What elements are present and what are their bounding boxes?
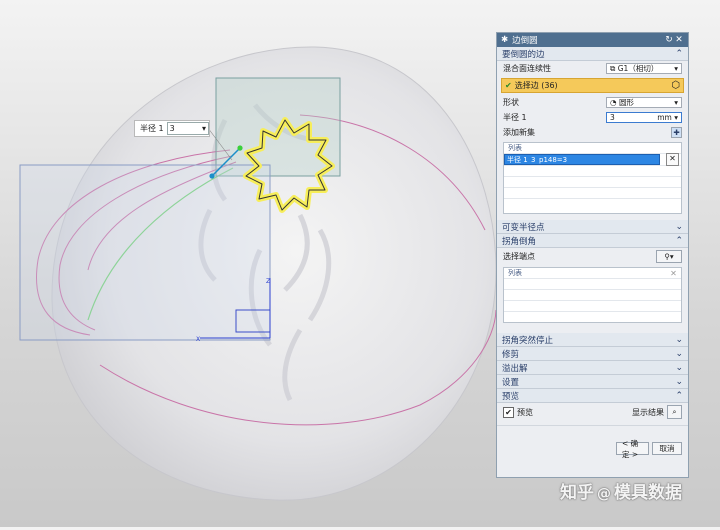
watermark-author: 模具数据: [614, 483, 682, 503]
continuity-dropdown[interactable]: ⧉ G1（相切） ▾: [606, 63, 682, 74]
edge-blend-dialog: ✱ 边倒圆 ↻ ✕ 要倒圆的边 ⌃ 混合面连续性 ⧉ G1（相切） ▾ ✔ 选择…: [496, 32, 689, 478]
table-row: [504, 187, 681, 198]
section-variable-radius-title: 可变半径点: [502, 222, 545, 233]
add-set-icon[interactable]: ✚: [671, 127, 682, 138]
chevron-up-icon[interactable]: ⌃: [675, 236, 683, 246]
chevron-down-icon[interactable]: ⌄: [675, 363, 683, 373]
select-point-row: 选择端点 ⚲ ▾: [497, 248, 688, 265]
show-result-button[interactable]: ⌕: [667, 405, 682, 419]
list-item-expression: p148=3: [539, 156, 568, 164]
dialog-title: 边倒圆: [512, 36, 538, 46]
point-wand-icon: ⚲: [664, 252, 670, 261]
table-row: [504, 176, 681, 187]
section-trim-header[interactable]: 修剪 ⌄: [497, 347, 688, 361]
section-corner-title: 拐角倒角: [502, 236, 537, 247]
shape-dropdown[interactable]: ◔ 圆形 ▾: [606, 97, 682, 108]
watermark-site: 知乎: [560, 483, 594, 503]
table-row: [504, 300, 681, 311]
z-axis-label: Z: [266, 278, 270, 285]
watermark: 知乎 @ 模具数据: [560, 478, 682, 503]
shape-row: 形状 ◔ 圆形 ▾: [497, 95, 688, 110]
chevron-down-icon: ▾: [674, 64, 678, 73]
continuity-value: G1（相切）: [617, 64, 659, 73]
corner-point-list[interactable]: 列表 ✕: [503, 267, 682, 323]
table-row: [504, 198, 681, 209]
floating-radius-value: 3: [169, 124, 175, 133]
table-row: [504, 311, 681, 322]
close-icon[interactable]: ✕: [674, 35, 684, 45]
section-preview-header[interactable]: 预览 ⌃: [497, 389, 688, 403]
table-row: [504, 289, 681, 300]
edge-set-list[interactable]: 列表 半径 1 3 p148=3 ✕: [503, 142, 682, 214]
cancel-button[interactable]: 取消: [652, 442, 682, 455]
dialog-titlebar: ✱ 边倒圆 ↻ ✕: [497, 33, 688, 47]
select-point-label: 选择端点: [503, 252, 535, 261]
table-row: [504, 278, 681, 289]
dialog-buttons: < 确定 > 取消: [497, 439, 688, 459]
edge-list-header: 列表: [508, 144, 522, 152]
radius-label: 半径 1: [503, 113, 527, 122]
shape-icon: ◔: [610, 98, 617, 107]
section-corner-stop-title: 拐角突然停止: [502, 335, 554, 346]
gear-icon[interactable]: ✱: [501, 35, 508, 45]
section-preview-title: 预览: [502, 391, 520, 402]
x-axis-label: X: [196, 336, 200, 343]
section-trim-title: 修剪: [502, 349, 520, 360]
chevron-down-icon[interactable]: ▾: [202, 123, 206, 134]
chevron-up-icon[interactable]: ⌃: [675, 391, 683, 401]
continuity-row: 混合面连续性 ⧉ G1（相切） ▾: [497, 61, 688, 76]
magnifier-icon: ⌕: [672, 407, 677, 416]
chevron-down-icon[interactable]: ⌄: [675, 222, 683, 232]
list-item-name: 半径 1: [507, 156, 528, 164]
section-corner-header[interactable]: 拐角倒角 ⌃: [497, 234, 688, 248]
corner-list-header: 列表: [508, 269, 522, 277]
table-row[interactable]: 半径 1 3 p148=3: [504, 153, 681, 165]
section-edges-header[interactable]: 要倒圆的边 ⌃: [497, 47, 688, 61]
preview-checkbox[interactable]: ✔: [503, 406, 514, 418]
section-corner-stop-header[interactable]: 拐角突然停止 ⌄: [497, 333, 688, 347]
floating-radius-value-field[interactable]: 3 ▾: [166, 122, 209, 135]
section-settings-header[interactable]: 设置 ⌄: [497, 375, 688, 389]
radius-unit: mm: [657, 113, 672, 122]
section-overflow-header[interactable]: 溢出解 ⌄: [497, 361, 688, 375]
ok-button[interactable]: < 确定 >: [616, 439, 649, 459]
shape-value: 圆形: [618, 98, 634, 107]
remove-set-icon[interactable]: ✕: [666, 153, 679, 166]
radius-input[interactable]: 3 mm ▾: [606, 112, 682, 123]
select-edge-label: 选择边 (36): [514, 81, 558, 90]
radius-row: 半径 1 3 mm ▾: [497, 110, 688, 125]
remove-point-icon[interactable]: ✕: [668, 269, 679, 280]
section-edges-title: 要倒圆的边: [502, 49, 545, 60]
preview-label: 预览: [517, 407, 533, 417]
section-overflow-title: 溢出解: [502, 363, 528, 374]
list-item-value: 3: [531, 156, 536, 164]
preview-row: ✔ 预览 显示结果 ⌕: [497, 403, 688, 421]
plane-rect-left: [19, 164, 271, 341]
checkmark-icon: ✔: [505, 81, 512, 90]
watermark-at: @: [597, 486, 611, 502]
section-settings-title: 设置: [502, 377, 520, 388]
show-result-label: 显示结果: [632, 407, 664, 417]
chevron-up-icon[interactable]: ⌃: [675, 49, 683, 59]
chevron-down-icon[interactable]: ⌄: [675, 377, 683, 387]
reset-icon[interactable]: ↻: [664, 35, 674, 45]
add-set-row: 添加新集 ✚: [497, 125, 688, 140]
chevron-down-icon: ▾: [674, 98, 678, 107]
select-edge-bar[interactable]: ✔ 选择边 (36) ⬡: [501, 78, 684, 93]
chevron-down-icon[interactable]: ⌄: [675, 349, 683, 359]
radius-value: 3: [610, 113, 615, 122]
cube-select-icon[interactable]: ⬡: [671, 80, 680, 91]
floating-radius-label: 半径 1: [140, 124, 164, 133]
shape-label: 形状: [503, 98, 519, 107]
continuity-label: 混合面连续性: [503, 64, 551, 73]
continuity-icon: ⧉: [610, 64, 616, 73]
add-set-label: 添加新集: [503, 128, 535, 137]
section-variable-radius-header[interactable]: 可变半径点 ⌄: [497, 220, 688, 234]
table-row: [504, 165, 681, 176]
point-select-button[interactable]: ⚲ ▾: [656, 250, 682, 263]
chevron-down-icon[interactable]: ⌄: [675, 335, 683, 345]
floating-radius-input[interactable]: 半径 1 3 ▾: [134, 120, 210, 137]
